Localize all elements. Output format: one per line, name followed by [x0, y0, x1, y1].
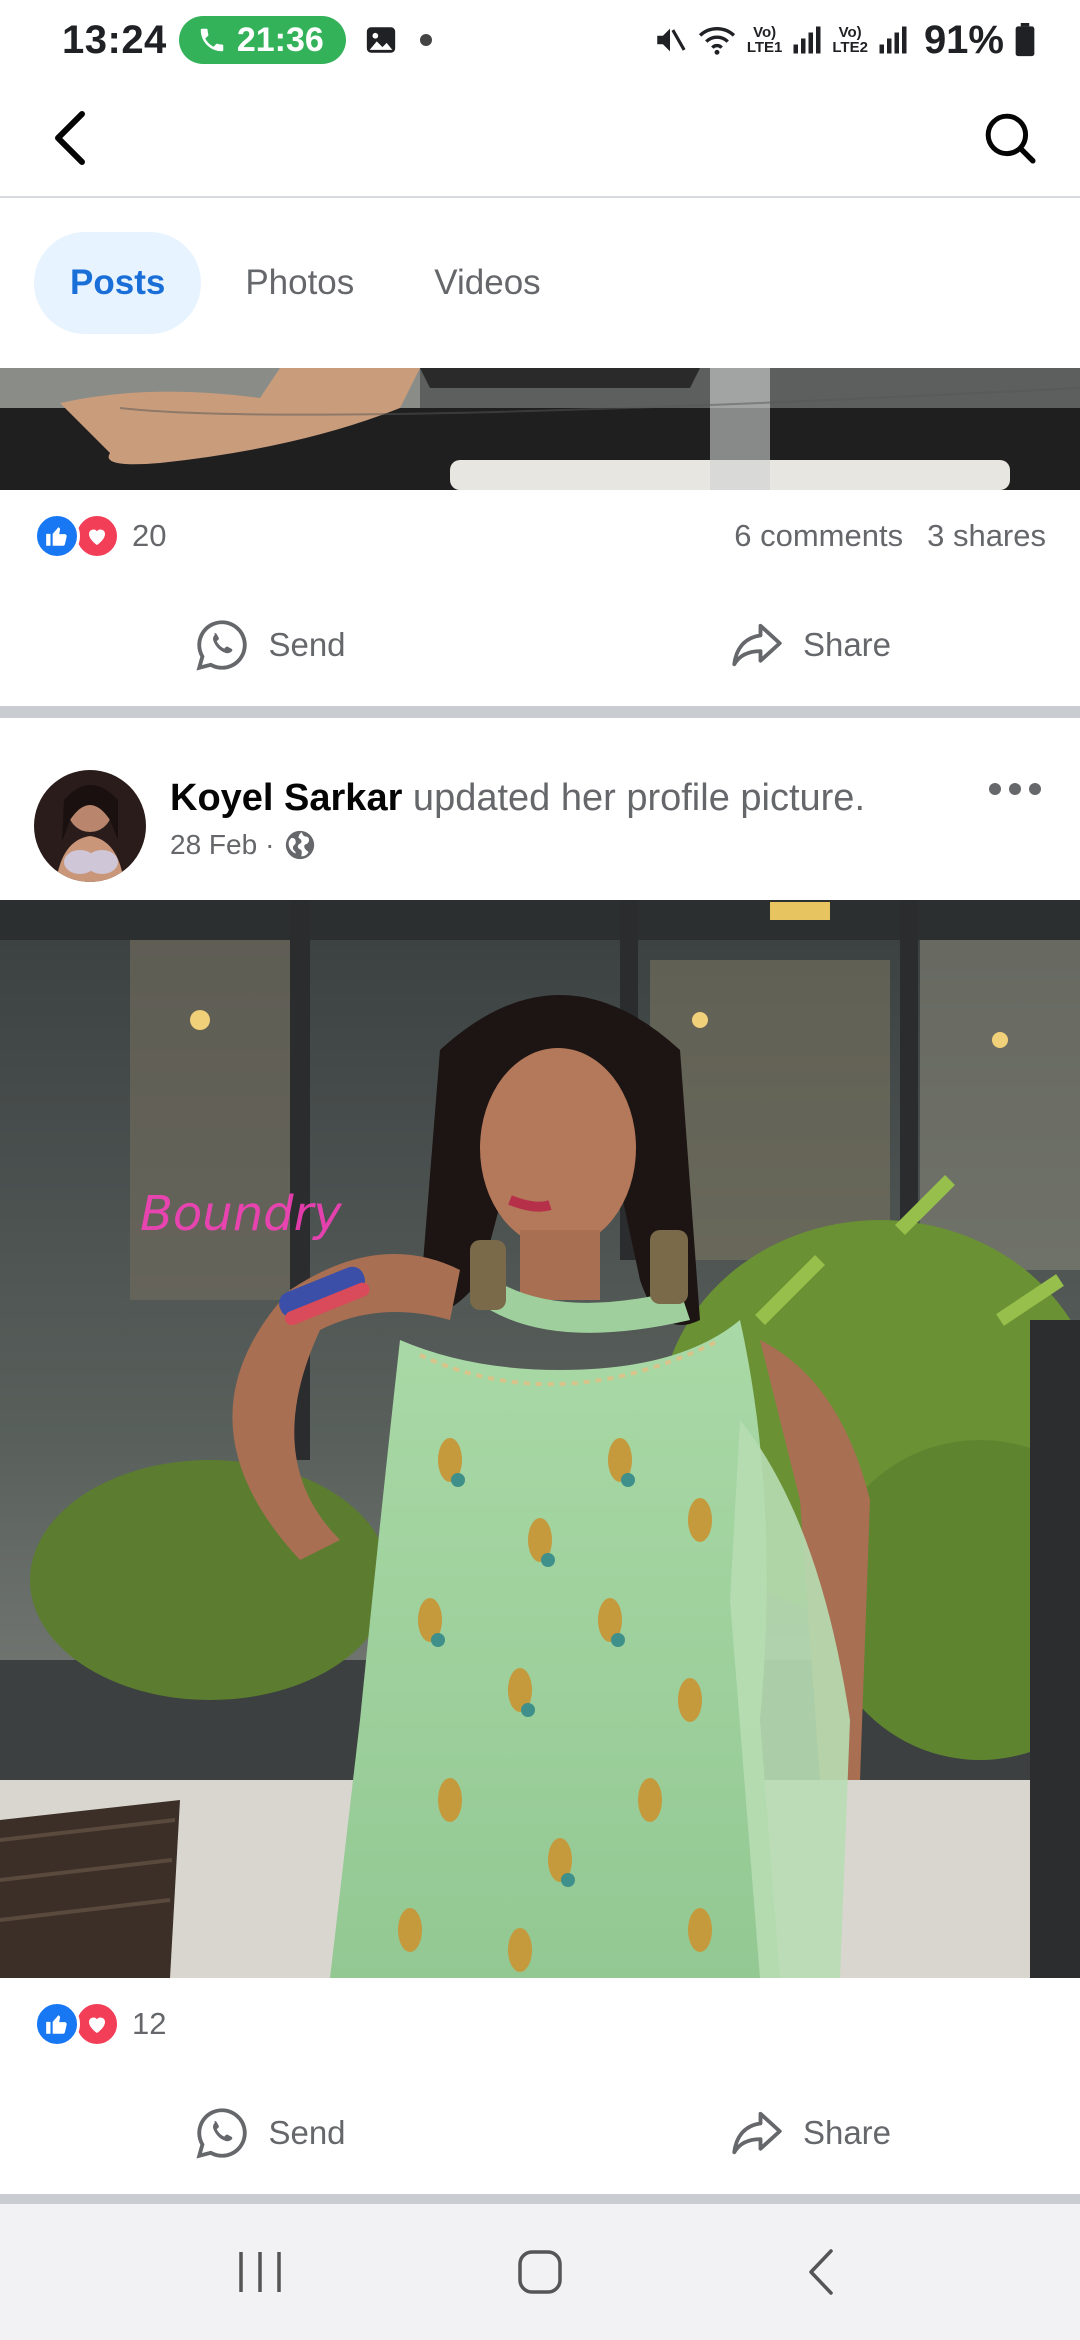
wifi-icon — [698, 26, 735, 55]
signal-icon — [879, 26, 907, 54]
like-reaction-icon — [34, 2001, 80, 2047]
tab-photos[interactable]: Photos — [209, 232, 390, 334]
globe-icon — [285, 830, 314, 860]
post1-reactions[interactable]: 20 6 comments 3 shares — [0, 496, 1080, 576]
tab-posts[interactable]: Posts — [34, 232, 202, 334]
back-icon — [809, 2249, 833, 2295]
post-title: Koyel Sarkar updated her profile picture… — [170, 774, 865, 822]
share-button[interactable]: Share — [540, 2105, 1080, 2161]
call-timer: 21:36 — [236, 20, 324, 59]
status-bar: 13:24 21:36 Vo) LTE1 Vo) LTE2 91% — [0, 0, 1080, 80]
more-dot-icon — [1009, 783, 1021, 795]
ongoing-call-chip[interactable]: 21:36 — [178, 16, 346, 64]
more-dot-icon — [1029, 783, 1041, 795]
system-back-button[interactable] — [760, 2222, 880, 2322]
app-header — [0, 80, 1080, 198]
system-nav-bar — [0, 2204, 1080, 2340]
send-label: Send — [268, 2114, 346, 2151]
send-button[interactable]: Send — [0, 617, 540, 673]
share-label: Share — [802, 2114, 892, 2151]
post-divider — [0, 2194, 1080, 2204]
whatsapp-icon — [196, 620, 248, 671]
home-icon — [518, 2250, 562, 2294]
profile-picture-photo[interactable]: Boundry — [0, 900, 1080, 1978]
meta-separator: · — [265, 829, 275, 860]
send-button[interactable]: Send — [0, 2105, 540, 2161]
svg-text:Boundry: Boundry — [140, 1186, 342, 1242]
recent-apps-button[interactable] — [200, 2222, 320, 2322]
reaction-count: 20 — [132, 518, 167, 553]
send-label: Send — [268, 626, 346, 663]
share-button[interactable]: Share — [540, 617, 1080, 673]
chevron-left-icon — [55, 111, 85, 165]
post-action-text: updated her profile picture. — [402, 777, 865, 819]
post1-actions: Send Share — [0, 595, 1080, 695]
more-dot-icon — [989, 783, 1001, 795]
love-reaction-icon — [74, 2001, 120, 2047]
mute-icon — [657, 28, 686, 52]
home-button[interactable] — [480, 2222, 600, 2322]
love-reaction-icon — [74, 513, 120, 559]
whatsapp-icon — [196, 2108, 248, 2159]
previous-post-photo[interactable] — [0, 368, 1080, 490]
battery-percent: 91% — [923, 17, 1004, 62]
notification-dot — [419, 34, 432, 46]
phone-icon — [200, 28, 224, 52]
back-button[interactable] — [40, 108, 100, 168]
post2-reactions[interactable]: 12 — [0, 1984, 1080, 2064]
like-reaction-icon — [34, 513, 80, 559]
shares-count[interactable]: 3 shares — [927, 518, 1046, 554]
share-arrow-icon — [732, 2111, 782, 2155]
network-sim2: Vo) LTE2 — [832, 24, 868, 56]
tab-videos[interactable]: Videos — [398, 232, 576, 334]
search-icon — [985, 113, 1036, 164]
search-button[interactable] — [980, 108, 1040, 168]
battery-icon — [1015, 23, 1035, 57]
gallery-notification-icon — [366, 27, 395, 53]
comments-count[interactable]: 6 comments — [734, 518, 903, 554]
avatar[interactable] — [34, 770, 146, 882]
profile-tabs: Posts Photos Videos — [34, 232, 577, 334]
share-label: Share — [802, 626, 892, 663]
share-arrow-icon — [732, 623, 782, 667]
author-name[interactable]: Koyel Sarkar — [170, 777, 402, 819]
reaction-count: 12 — [132, 2006, 167, 2041]
post-divider — [0, 706, 1080, 718]
status-time: 13:24 — [62, 17, 167, 62]
network-sim1: Vo) LTE1 — [746, 24, 783, 56]
post2-header: Koyel Sarkar updated her profile picture… — [0, 740, 1080, 890]
post2-actions: Send Share — [0, 2083, 1080, 2183]
recent-apps-icon — [239, 2252, 281, 2292]
more-options-button[interactable] — [980, 764, 1050, 814]
signal-icon — [793, 26, 821, 54]
post-date[interactable]: 28 Feb — [170, 829, 257, 861]
